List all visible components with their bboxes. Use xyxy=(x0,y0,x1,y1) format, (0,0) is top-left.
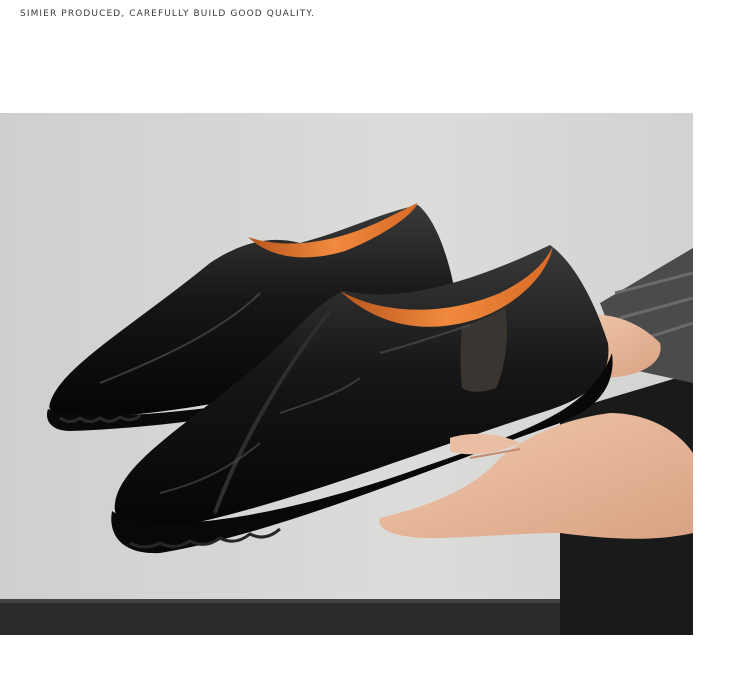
product-photo-illustration xyxy=(0,113,693,635)
product-photo xyxy=(0,113,693,635)
page-tagline: SIMIER PRODUCED, CAREFULLY BUILD GOOD QU… xyxy=(20,9,316,19)
